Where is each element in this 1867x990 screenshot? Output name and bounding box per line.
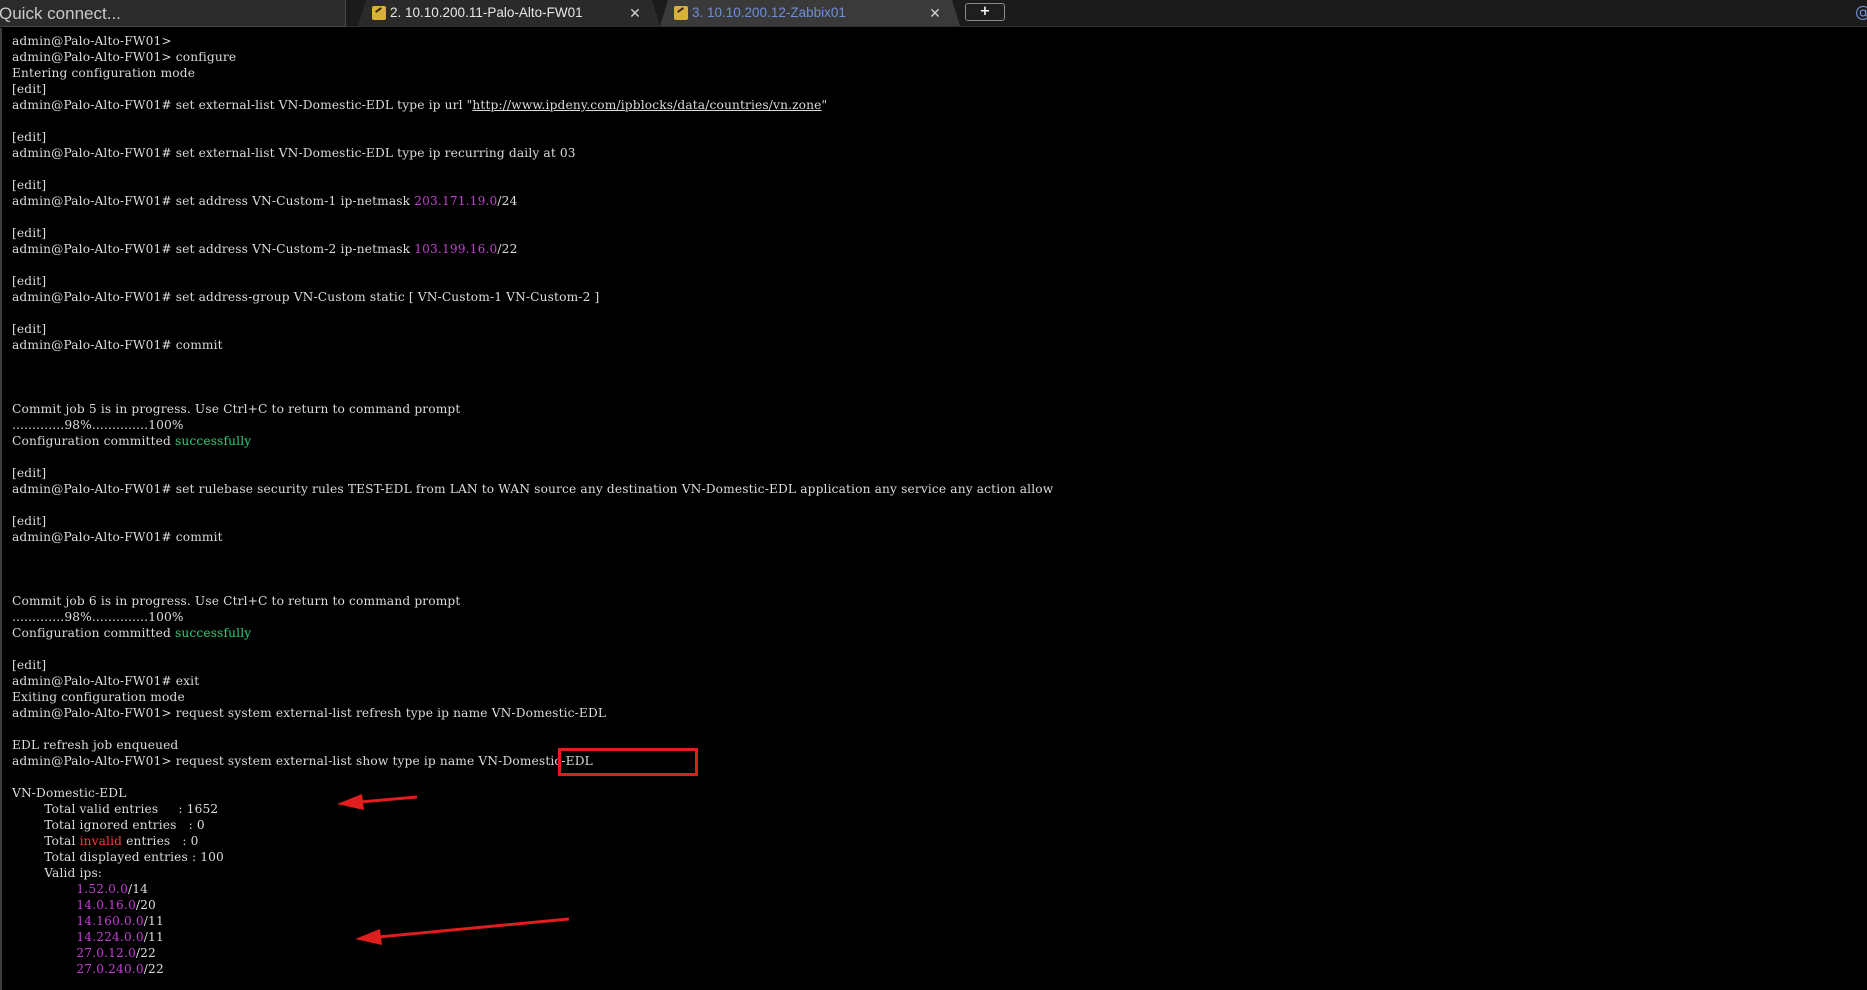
arrow-total-valid-entries (337, 794, 418, 810)
annotation-arrows (337, 794, 570, 945)
arrow-valid-ips (355, 917, 570, 945)
